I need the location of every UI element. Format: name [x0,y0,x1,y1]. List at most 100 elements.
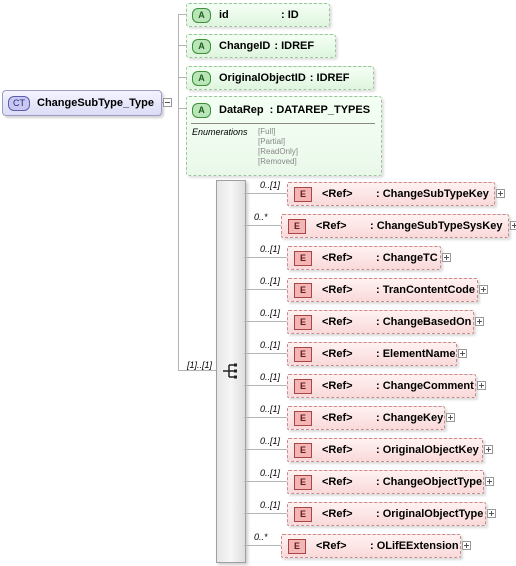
element-changetc[interactable]: E <Ref> : ChangeTC [287,246,441,270]
element-type: : ChangeObjectType [376,476,483,488]
element-badge: E [294,442,312,458]
element-ref: <Ref> [322,412,353,424]
collapse-toggle[interactable] [163,98,172,107]
connector-line [244,257,287,258]
connector-line [244,513,287,514]
element-changesubtypekey[interactable]: E <Ref>: ChangeSubTypeKey [287,182,495,206]
element-type: : TranContentCode [376,284,475,296]
element-occurrence: 0..[1] [260,340,281,350]
element-badge: E [294,282,312,298]
element-occurrence: 0..* [254,532,268,542]
element-type: : ChangeSubTypeSysKey [370,220,503,232]
element-trancontentcode[interactable]: E <Ref> : TranContentCode [287,278,478,302]
expand-toggle[interactable] [462,541,471,550]
attribute-id[interactable]: A id : ID [186,3,330,27]
element-changecomment[interactable]: E <Ref> : ChangeComment [287,374,476,398]
element-ref: <Ref> [322,284,353,296]
connector-line [178,77,186,78]
element-occurrence: 0..[1] [260,180,281,190]
element-changesubtypesyskey[interactable]: E <Ref>: ChangeSubTypeSysKey [281,214,509,238]
expand-toggle[interactable] [510,221,516,230]
enumeration-divider [191,123,375,124]
element-badge: E [294,410,312,426]
element-ref: <Ref> [322,476,353,488]
attribute-name: DataRep [219,104,264,116]
expand-toggle[interactable] [458,349,467,358]
element-elementname[interactable]: E <Ref> : ElementName [287,342,457,366]
element-type: : ChangeComment [376,380,474,392]
expand-toggle[interactable] [446,413,455,422]
element-ref: <Ref> [322,444,353,456]
element-ref: <Ref> [322,252,353,264]
connector-line [244,289,287,290]
attribute-badge: A [192,38,211,54]
attribute-badge: A [192,70,211,86]
element-occurrence: 0..[1] [260,500,281,510]
complex-type-name: ChangeSubType_Type [37,97,154,109]
element-badge: E [294,378,312,394]
attribute-name: id [219,9,229,21]
expand-toggle[interactable] [487,509,496,518]
sequence-compositor[interactable] [216,180,246,563]
element-type: : ElementName [376,348,456,360]
element-occurrence: 0..[1] [260,308,281,318]
expand-toggle[interactable] [496,189,505,198]
element-olifeextension[interactable]: E <Ref>: OLifEExtension [281,534,461,558]
connector-line [178,362,179,371]
connector-line [244,321,287,322]
attribute-type: : IDREF [309,72,350,84]
attribute-badge: A [192,102,211,118]
expand-toggle[interactable] [442,253,451,262]
enumeration-values: [Full] [Partial] [ReadOnly] [Removed] [258,127,298,167]
enumerations-label: Enumerations [192,127,248,137]
element-ref: <Ref> [322,348,353,360]
attribute-name: OriginalObjectID [219,72,306,84]
attribute-badge: A [192,7,211,23]
enumeration-value: [Partial] [258,137,286,146]
connector-line [178,45,186,46]
enumeration-value: [Removed] [258,157,297,166]
connector-line [244,353,287,354]
element-badge: E [294,186,312,202]
element-occurrence: 0..[1] [260,244,281,254]
element-originalobjectkey[interactable]: E <Ref> : OriginalObjectKey [287,438,483,462]
element-changebasedon[interactable]: E <Ref>: ChangeBasedOn [287,310,474,334]
element-changekey[interactable]: E <Ref> : ChangeKey [287,406,445,430]
connector-line [244,481,287,482]
expand-toggle[interactable] [477,381,486,390]
element-ref: <Ref> [316,540,347,552]
element-badge: E [294,250,312,266]
element-occurrence: 0..[1] [260,468,281,478]
connector-line [178,14,186,15]
element-type: : OriginalObjectKey [376,444,479,456]
attribute-datarep[interactable]: A DataRep : DATAREP_TYPES Enumerations [… [186,96,382,176]
element-badge: E [294,506,312,522]
element-type: : OriginalObjectType [376,508,484,520]
attribute-originalobjectid[interactable]: A OriginalObjectID : IDREF [186,66,374,90]
sequence-icon [223,363,237,379]
element-originalobjecttype[interactable]: E <Ref>: OriginalObjectType [287,502,486,526]
attribute-type: : IDREF [274,40,315,52]
element-badge: E [294,346,312,362]
enumeration-value: [ReadOnly] [258,147,299,156]
expand-toggle[interactable] [484,445,493,454]
element-changeobjecttype[interactable]: E <Ref> : ChangeObjectType [287,470,484,494]
element-badge: E [294,474,312,490]
element-type: : ChangeBasedOn [376,316,472,328]
expand-toggle[interactable] [485,477,494,486]
connector-line [244,545,281,546]
element-type: : ChangeKey [376,412,444,424]
element-occurrence: 0..[1] [260,372,281,382]
attribute-type: : DATAREP_TYPES [269,104,371,116]
complex-type-node[interactable]: CT ChangeSubType_Type [2,90,162,116]
element-ref: <Ref> [322,380,353,392]
expand-toggle[interactable] [475,317,484,326]
element-badge: E [294,314,312,330]
enumeration-value: [Full] [258,127,276,136]
attribute-changeid[interactable]: A ChangeID : IDREF [186,34,336,58]
expand-toggle[interactable] [479,285,488,294]
element-type: : ChangeSubTypeKey [376,188,489,200]
element-type: : ChangeTC [376,252,438,264]
connector-line [244,385,287,386]
element-badge: E [288,218,306,234]
